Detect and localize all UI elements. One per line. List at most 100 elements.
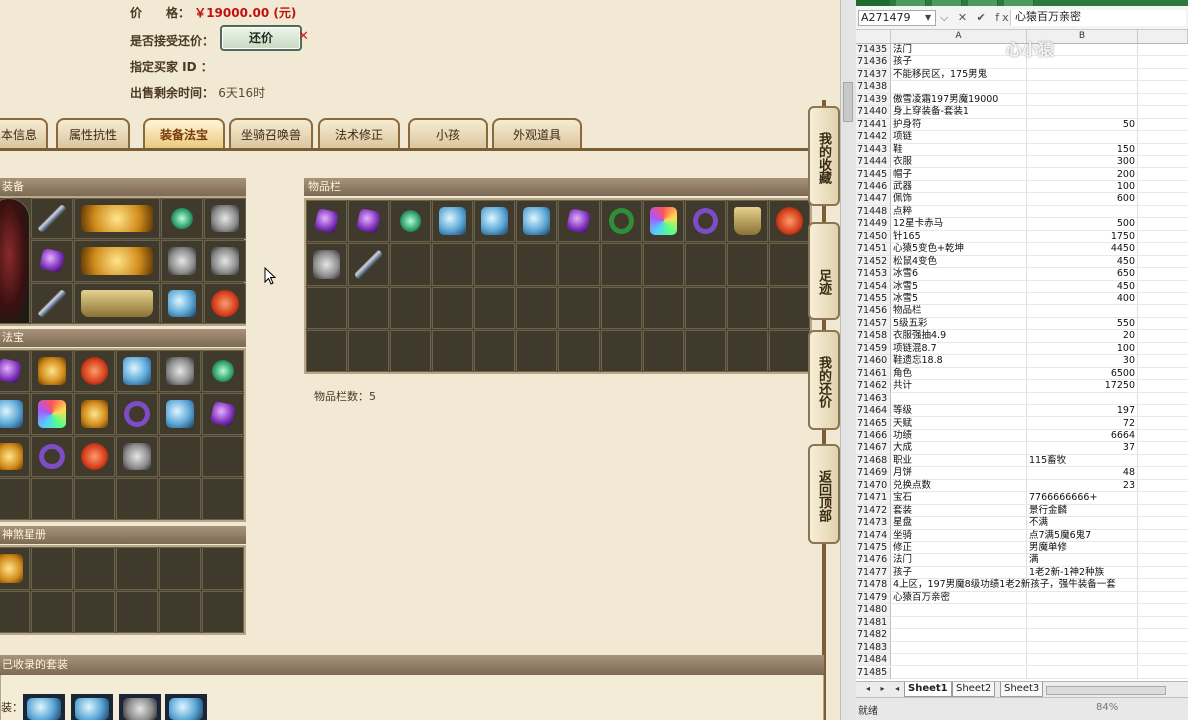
row-number[interactable]: 71440 xyxy=(856,106,891,119)
fabao-slot[interactable] xyxy=(159,350,202,392)
sheet-tab-2[interactable]: Sheet2 xyxy=(952,682,996,697)
cell-c[interactable] xyxy=(1138,256,1188,269)
inventory-slot[interactable] xyxy=(768,200,810,243)
row-number[interactable]: 71447 xyxy=(856,193,891,206)
tab-basic-info[interactable]: 本信息 xyxy=(0,118,48,150)
fabao-slot[interactable] xyxy=(116,392,159,435)
cell-c[interactable] xyxy=(1138,380,1188,393)
row-number[interactable]: 71450 xyxy=(856,230,891,244)
cell-b[interactable]: 600 xyxy=(1027,193,1138,206)
cell-c[interactable] xyxy=(1138,368,1188,381)
cell-a[interactable]: 傲雪凌霜197男魔19000 xyxy=(891,93,1027,107)
row-number[interactable]: 71484 xyxy=(856,654,891,667)
cell-c[interactable] xyxy=(1138,355,1188,368)
cell-a[interactable]: 佩饰 xyxy=(891,193,1027,206)
cell-a[interactable] xyxy=(891,654,1027,667)
bargain-button[interactable]: 还价 xyxy=(220,25,302,51)
equip-slot[interactable] xyxy=(161,282,203,324)
cell-b[interactable] xyxy=(1027,591,1138,605)
cell-c[interactable] xyxy=(1138,530,1188,542)
cell-b[interactable]: 115畜牧 xyxy=(1027,454,1138,468)
cell-a[interactable] xyxy=(891,629,1027,642)
equip-slot[interactable] xyxy=(31,282,73,324)
cell-a[interactable]: 宝石 xyxy=(891,492,1027,505)
cell-a[interactable]: 身上穿装备-套装1 xyxy=(891,106,1027,119)
cell-c[interactable] xyxy=(1138,667,1188,679)
row-number[interactable]: 71469 xyxy=(856,467,891,480)
cell-c[interactable] xyxy=(1138,592,1188,605)
cell-a[interactable]: 职业 xyxy=(891,454,1027,468)
row-number[interactable]: 71482 xyxy=(856,629,891,642)
row-number[interactable]: 71445 xyxy=(856,168,891,181)
cell-a[interactable]: 不能移民区，175男鬼 xyxy=(891,68,1027,82)
row-number[interactable]: 71457 xyxy=(856,317,891,331)
row-number[interactable]: 71437 xyxy=(856,68,891,82)
fabao-slot[interactable] xyxy=(159,392,202,435)
row-number[interactable]: 71483 xyxy=(856,641,891,655)
fabao-slot[interactable] xyxy=(0,350,30,392)
cell-a[interactable]: 冰雪5 xyxy=(891,280,1027,293)
cell-b[interactable]: 72 xyxy=(1027,417,1138,430)
cell-a[interactable]: 冰雪5 xyxy=(891,293,1027,306)
cell-b[interactable]: 37 xyxy=(1027,442,1138,455)
cell-b[interactable]: 30 xyxy=(1027,355,1138,368)
cell-a[interactable]: 心猿5变色+乾坤 xyxy=(891,243,1027,256)
cell-c[interactable] xyxy=(1138,567,1188,580)
cell-c[interactable] xyxy=(1138,330,1188,343)
cell-c[interactable] xyxy=(1138,268,1188,281)
cell-b[interactable]: 1750 xyxy=(1027,230,1138,244)
cell-b[interactable]: 100 xyxy=(1027,342,1138,356)
cell-c[interactable] xyxy=(1138,181,1188,194)
equip-slot[interactable] xyxy=(204,198,246,240)
cell-a[interactable]: 武器 xyxy=(891,180,1027,194)
row-number[interactable]: 71441 xyxy=(856,118,891,132)
row-number[interactable]: 71452 xyxy=(856,255,891,269)
cell-c[interactable] xyxy=(1138,144,1188,157)
cell-a[interactable]: 项链 xyxy=(891,131,1027,144)
row-number[interactable]: 71443 xyxy=(856,143,891,157)
cell-b[interactable]: 200 xyxy=(1027,168,1138,181)
cell-a[interactable]: 物品栏 xyxy=(891,305,1027,318)
fabao-slot[interactable] xyxy=(116,350,159,392)
inventory-slot[interactable] xyxy=(558,200,600,243)
cell-c[interactable] xyxy=(1138,542,1188,555)
tab-mounts-summons[interactable]: 坐骑召唤兽 xyxy=(229,118,313,150)
cell-a[interactable]: 兑换点数 xyxy=(891,479,1027,493)
cell-b[interactable]: 6500 xyxy=(1027,367,1138,381)
cell-c[interactable] xyxy=(1138,554,1188,567)
sheet-tab-1[interactable]: Sheet1 xyxy=(904,682,952,697)
cell-c[interactable] xyxy=(1138,579,1188,592)
inventory-slot[interactable] xyxy=(474,200,516,243)
row-number[interactable]: 71475 xyxy=(856,542,891,555)
row-number[interactable]: 71463 xyxy=(856,392,891,406)
browser-scroll-thumb[interactable] xyxy=(843,82,853,122)
cell-b[interactable]: 50 xyxy=(1027,118,1138,132)
cell-c[interactable] xyxy=(1138,193,1188,206)
cell-a[interactable]: 4上区，197男魔8级功绩1老2新孩子，强牛装备一套 xyxy=(891,579,1116,592)
cell-c[interactable] xyxy=(1138,505,1188,518)
cell-c[interactable] xyxy=(1138,131,1188,144)
row-number[interactable]: 71468 xyxy=(856,454,891,468)
cell-a[interactable]: 孩子 xyxy=(891,566,1027,580)
equip-slot[interactable] xyxy=(74,240,160,282)
footprint-button[interactable]: 足迹 xyxy=(808,222,840,320)
inventory-slot[interactable] xyxy=(600,200,642,243)
row-number[interactable]: 71456 xyxy=(856,305,891,318)
cell-c[interactable] xyxy=(1138,81,1188,94)
equip-slot[interactable] xyxy=(161,198,203,240)
horizontal-scrollbar[interactable] xyxy=(1046,686,1166,695)
cell-a[interactable]: 月饼 xyxy=(891,467,1027,480)
cell-b[interactable]: 300 xyxy=(1027,156,1138,169)
cell-b[interactable]: 150 xyxy=(1027,143,1138,157)
row-number[interactable]: 71485 xyxy=(856,666,891,679)
inventory-slot[interactable] xyxy=(684,200,726,243)
bargain-close-icon[interactable]: ✕ xyxy=(298,29,309,44)
cell-a[interactable]: 共计 xyxy=(891,380,1027,393)
cell-b[interactable]: 17250 xyxy=(1027,380,1138,393)
cell-a[interactable]: 功绩 xyxy=(891,429,1027,443)
inventory-slot[interactable] xyxy=(306,243,348,286)
fabao-slot[interactable] xyxy=(73,435,116,478)
formula-input[interactable]: 心猿百万亲密 xyxy=(1010,10,1186,26)
cell-b[interactable] xyxy=(1027,616,1138,630)
cell-c[interactable] xyxy=(1138,305,1188,318)
